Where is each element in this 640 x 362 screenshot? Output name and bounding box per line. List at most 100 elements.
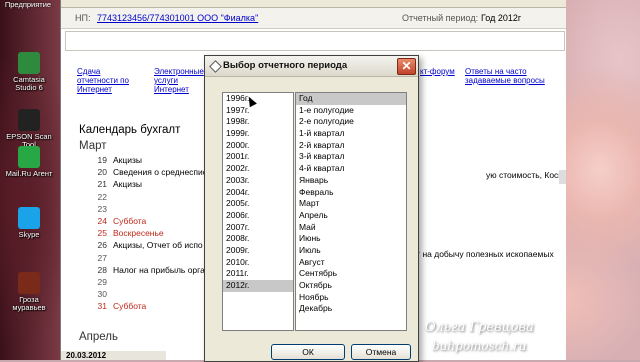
cancel-button[interactable]: Отмена xyxy=(351,344,411,360)
year-item[interactable]: 1996г. xyxy=(223,93,293,105)
footer-date: 20.03.2012 xyxy=(61,351,166,360)
period-item[interactable]: Октябрь xyxy=(296,280,406,292)
year-item[interactable]: 2007г. xyxy=(223,222,293,234)
period-item[interactable]: 1-е полугодие xyxy=(296,105,406,117)
period-item[interactable]: Год xyxy=(296,93,406,105)
desktop-icon[interactable]: Mail.Ru Агент xyxy=(4,146,54,178)
period-item[interactable]: 1-й квартал xyxy=(296,128,406,140)
ant-icon xyxy=(18,272,40,294)
desktop-icon-label: Mail.Ru Агент xyxy=(5,169,53,178)
toolbar-input-strip[interactable] xyxy=(65,31,565,51)
link-submit-online[interactable]: Сдача отчетности по Интернет xyxy=(77,67,137,94)
period-item[interactable]: 2-е полугодие xyxy=(296,116,406,128)
period-item[interactable]: Март xyxy=(296,198,406,210)
month-april: Апрель xyxy=(79,331,119,343)
period-dialog: Выбор отчетного периода ✕ 1996г. 1997г. 19… xyxy=(204,55,419,362)
day-number: 21 xyxy=(97,179,107,190)
period-listbox[interactable]: Год 1-е полугодие 2-е полугодие 1-й квартал… xyxy=(295,92,407,331)
period-item[interactable]: 2-й квартал xyxy=(296,140,406,152)
period-item[interactable]: Ноябрь xyxy=(296,292,406,304)
day-event[interactable]: Суббота xyxy=(113,301,146,311)
day-event[interactable]: Акцизы xyxy=(113,155,142,165)
day-number: 26 xyxy=(97,240,107,251)
watermark-author: Ольга Гревцова xyxy=(425,320,534,335)
period-item[interactable]: Май xyxy=(296,222,406,234)
mailru-agent-icon xyxy=(18,146,40,168)
year-item[interactable]: 2011г. xyxy=(223,268,293,280)
np-label: НП: xyxy=(75,13,91,23)
link-forum[interactable]: кт-форум xyxy=(420,67,460,76)
event-text-right-26: г на добычу полезных ископаемых xyxy=(417,249,554,259)
year-item[interactable]: 2008г. xyxy=(223,233,293,245)
period-item[interactable]: Декабрь xyxy=(296,303,406,315)
day-number: 20 xyxy=(97,167,107,178)
day-row: 23 xyxy=(89,204,113,216)
year-item[interactable]: 2004г. xyxy=(223,187,293,199)
period-value[interactable]: Год 2012г xyxy=(481,13,521,23)
year-item[interactable]: 2001г. xyxy=(223,151,293,163)
link-faq[interactable]: Ответы на часто задаваемые вопросы xyxy=(465,67,545,85)
day-event[interactable]: Налог на прибыль орга xyxy=(113,265,205,275)
year-item[interactable]: 1997г. xyxy=(223,105,293,117)
day-event[interactable]: Суббота xyxy=(113,216,146,226)
period-item[interactable]: Июнь xyxy=(296,233,406,245)
period-item[interactable]: Июль xyxy=(296,245,406,257)
day-number: 30 xyxy=(97,289,107,300)
day-row: 31 Суббота xyxy=(89,301,147,313)
year-item[interactable]: 2009г. xyxy=(223,245,293,257)
dialog-titlebar[interactable]: Выбор отчетного периода ✕ xyxy=(205,56,418,77)
period-item[interactable]: 4-й квартал xyxy=(296,163,406,175)
day-number: 19 xyxy=(97,155,107,165)
printer-icon xyxy=(18,109,40,131)
year-item[interactable]: 2005г. xyxy=(223,198,293,210)
year-item[interactable]: 1998г. xyxy=(223,116,293,128)
year-item[interactable]: 2000г. xyxy=(223,140,293,152)
year-item[interactable]: 2002г. xyxy=(223,163,293,175)
year-item[interactable]: 1999г. xyxy=(223,128,293,140)
taxpayer-row: НП: 7743123456/774301001 ООО "Фиалка" От… xyxy=(61,8,566,29)
np-link[interactable]: 7743123456/774301001 ООО "Фиалка" xyxy=(97,13,258,23)
period-item[interactable]: Январь xyxy=(296,175,406,187)
calendar-title: Календарь бухгалт xyxy=(79,124,181,136)
day-row: 20 Сведения о среднеспис xyxy=(89,167,208,179)
desktop-icon[interactable]: Skype xyxy=(4,207,54,239)
year-item[interactable]: 2006г. xyxy=(223,210,293,222)
year-item[interactable]: 2012г. xyxy=(223,280,293,292)
year-item[interactable]: 2010г. xyxy=(223,257,293,269)
desktop-icon-label: Гроза муравьев xyxy=(12,295,46,312)
watermark-site: buhpomosch.ru xyxy=(432,339,527,353)
month-march: Март xyxy=(79,140,107,152)
period-item[interactable]: Апрель xyxy=(296,210,406,222)
day-event[interactable]: Акцизы, Отчет об испо xyxy=(113,240,203,250)
day-row: 21 Акцизы xyxy=(89,179,142,191)
day-row: 30 xyxy=(89,289,113,301)
day-event[interactable]: Акцизы xyxy=(113,179,142,189)
day-number: 24 xyxy=(97,216,107,226)
day-event[interactable]: Сведения о среднеспис xyxy=(113,167,207,177)
period-item[interactable]: Февраль xyxy=(296,187,406,199)
day-row: 24 Суббота xyxy=(89,216,147,228)
year-listbox[interactable]: 1996г. 1997г. 1998г. 1999г. 2000г. 2001г. 2002… xyxy=(222,92,294,331)
close-button[interactable]: ✕ xyxy=(397,58,416,75)
day-row: 22 xyxy=(89,192,113,204)
period-item[interactable]: Сентябрь xyxy=(296,268,406,280)
dialog-title: Выбор отчетного периода xyxy=(223,60,348,71)
day-event[interactable]: Воскресенье xyxy=(113,228,164,238)
camtasia-icon xyxy=(18,52,40,74)
year-item[interactable]: 2003г. xyxy=(223,175,293,187)
period-item[interactable]: 3-й квартал xyxy=(296,151,406,163)
day-row: 25 Воскресенье xyxy=(89,228,164,240)
day-number: 23 xyxy=(97,203,107,214)
desktop-icon[interactable]: EPSON Scan Tool xyxy=(4,109,54,149)
ok-button[interactable]: ОК xyxy=(271,344,345,360)
desktop-icon-label-predpriyatie[interactable]: Предприятие xyxy=(0,0,56,9)
app-toolbar xyxy=(61,0,566,8)
day-row: 29 xyxy=(89,277,113,289)
day-number: 28 xyxy=(97,264,107,275)
period-item[interactable]: Август xyxy=(296,257,406,269)
desktop-icon[interactable]: Гроза муравьев xyxy=(4,272,54,312)
day-row: 19 Акцизы xyxy=(89,155,142,167)
scroll-indicator[interactable] xyxy=(559,170,566,184)
day-row: 28 Налог на прибыль орга xyxy=(89,265,205,277)
desktop-icon[interactable]: Camtasia Studio 6 xyxy=(4,52,54,92)
